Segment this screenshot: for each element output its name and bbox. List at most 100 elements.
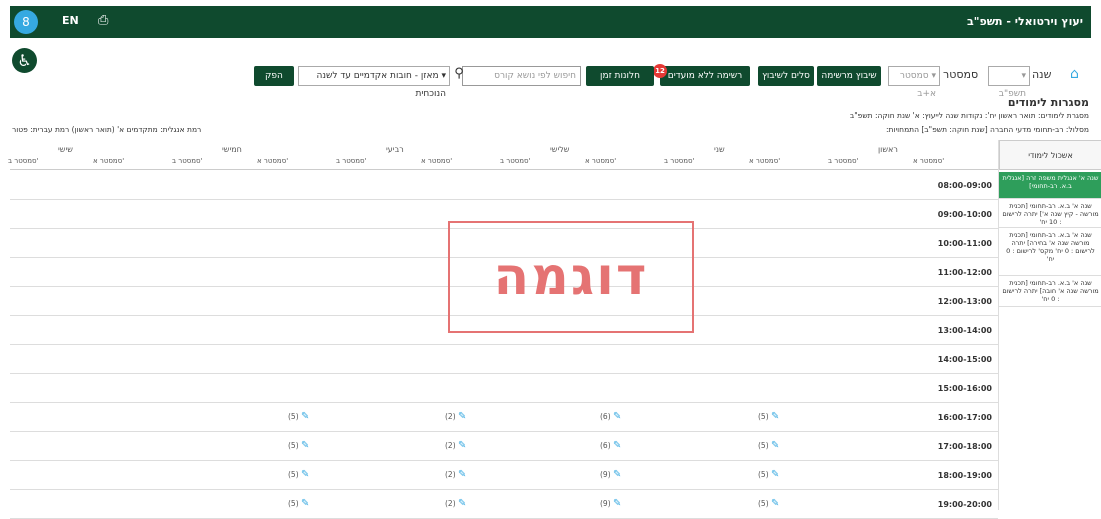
slot-count-label: (5): [758, 441, 772, 450]
slot-count[interactable]: (5) ✎: [288, 498, 309, 509]
slot-count[interactable]: (5) ✎: [758, 411, 779, 422]
print-icon[interactable]: ⎙: [98, 13, 108, 28]
study-cluster-card[interactable]: שנה א' ב.א. רב-תחומי [תכנית מורשה שנה א'…: [999, 277, 1101, 307]
time-label: 09:00-10:00: [937, 210, 992, 219]
app-title: יעוץ וירטואלי - תשפ"ב: [967, 15, 1083, 28]
semester-b-header: סמסטר ב': [8, 157, 39, 165]
slot-count[interactable]: (5) ✎: [758, 469, 779, 480]
day-header: חמישי: [222, 145, 242, 154]
slot-count-label: (5): [758, 412, 772, 421]
language-toggle[interactable]: EN: [62, 14, 79, 27]
slot-count-label: (2): [445, 470, 459, 479]
study-cluster-card[interactable]: שנה א' ב.א. רב-תחומי [תכנית מורשה שנה א'…: [999, 229, 1101, 276]
semester-a-header: סמסטר א': [421, 157, 453, 165]
search-icon[interactable]: ⚲: [452, 66, 466, 86]
slot-count-label: (9): [600, 499, 614, 508]
slot-count[interactable]: (9) ✎: [600, 469, 621, 480]
slot-count[interactable]: (5) ✎: [288, 411, 309, 422]
slot-count-label: (5): [758, 499, 772, 508]
slot-count-label: (5): [288, 499, 302, 508]
top-bar: 8 EN ⎙ יעוץ וירטואלי - תשפ"ב: [10, 6, 1091, 38]
time-label: 18:00-19:00: [937, 471, 992, 480]
study-cluster-card[interactable]: שנה א' ב.א. רב-תחומי [תכנית מורשה - קיץ …: [999, 200, 1101, 228]
time-label: 08:00-09:00: [937, 181, 992, 190]
edit-pencil-icon[interactable]: ✎: [613, 411, 621, 422]
slot-count[interactable]: (2) ✎: [445, 498, 466, 509]
slot-count-label: (5): [288, 441, 302, 450]
slot-count-label: (6): [600, 441, 614, 450]
days-header: ראשון סמסטר א' סמסטר ב' שני סמסטר א' סמסטר ב'…: [8, 140, 998, 170]
edit-pencil-icon[interactable]: ✎: [613, 498, 621, 509]
slot-count[interactable]: (2) ✎: [445, 411, 466, 422]
slot-count-label: (2): [445, 441, 459, 450]
slot-count[interactable]: (5) ✎: [288, 469, 309, 480]
slot-count[interactable]: (5) ✎: [758, 498, 779, 509]
semester-b-header: סמסטר ב': [828, 157, 859, 165]
slot-count[interactable]: (2) ✎: [445, 440, 466, 451]
edit-pencil-icon[interactable]: ✎: [771, 440, 779, 451]
slot-count[interactable]: (6) ✎: [600, 411, 621, 422]
edit-pencil-icon[interactable]: ✎: [458, 498, 466, 509]
time-row: 18:00-19:00 (5) ✎ (9) ✎ (2) ✎ (5) ✎: [10, 461, 998, 490]
time-row: 17:00-18:00 (5) ✎ (6) ✎ (2) ✎ (5) ✎: [10, 432, 998, 461]
year-select[interactable]: ▾ תשפ"ב: [988, 66, 1030, 99]
day-header: שלישי: [550, 145, 570, 154]
notification-badge: 12: [653, 64, 667, 78]
study-cluster-sidebar: אשכול לימודי שנה א' אנגלית משפה זרה [אנג…: [998, 140, 1101, 510]
avatar[interactable]: 8: [14, 10, 38, 34]
time-row: 19:00-20:00 (5) ✎ (9) ✎ (2) ✎ (5) ✎: [10, 490, 998, 519]
slot-count-label: (5): [288, 470, 302, 479]
slot-count[interactable]: (5) ✎: [758, 440, 779, 451]
time-label: 11:00-12:00: [937, 268, 992, 277]
generate-button[interactable]: הפק: [254, 66, 294, 86]
semester-select[interactable]: ▾ סמסטר א+ב: [888, 66, 940, 99]
edit-pencil-icon[interactable]: ✎: [613, 469, 621, 480]
slot-count-label: (2): [445, 412, 459, 421]
time-label: 14:00-15:00: [937, 355, 992, 364]
list-without-dates-button[interactable]: רשימה ללא מועדים: [660, 66, 750, 86]
slot-count[interactable]: (2) ✎: [445, 469, 466, 480]
time-row: 15:00-16:00: [10, 374, 998, 403]
slot-count-label: (6): [600, 412, 614, 421]
semester-a-header: סמסטר א': [585, 157, 617, 165]
home-icon[interactable]: ⌂: [1070, 66, 1079, 82]
time-label: 13:00-14:00: [937, 326, 992, 335]
slot-count[interactable]: (9) ✎: [600, 498, 621, 509]
sample-watermark: דוגמה: [448, 221, 694, 333]
semester-a-header: סמסטר א': [257, 157, 289, 165]
edit-pencil-icon[interactable]: ✎: [613, 440, 621, 451]
slot-count[interactable]: (6) ✎: [600, 440, 621, 451]
edit-pencil-icon[interactable]: ✎: [771, 411, 779, 422]
edit-pencil-icon[interactable]: ✎: [301, 411, 309, 422]
assign-from-list-button[interactable]: שיבוץ מרשימה: [817, 66, 881, 86]
time-row: 16:00-17:00 (5) ✎ (6) ✎ (2) ✎ (5) ✎: [10, 403, 998, 432]
section-info-language: רמת אנגלית: מתקדמים א' (תואר ראשון) רמת …: [12, 125, 202, 134]
edit-pencil-icon[interactable]: ✎: [458, 440, 466, 451]
slot-count[interactable]: (5) ✎: [288, 440, 309, 451]
edit-pencil-icon[interactable]: ✎: [301, 498, 309, 509]
slot-count-label: (9): [600, 470, 614, 479]
semester-label: סמסטר: [943, 68, 979, 81]
edit-pencil-icon[interactable]: ✎: [771, 498, 779, 509]
search-input[interactable]: חיפוש לפי נושא קורס: [462, 66, 581, 86]
filter-select[interactable]: ▾ מאזן - חובות אקדמיים עד לשנה הנוכחית: [298, 66, 450, 99]
accessibility-icon[interactable]: ♿: [12, 48, 37, 73]
semester-b-header: סמסטר ב': [500, 157, 531, 165]
baskets-button[interactable]: סלים לשיבוץ: [758, 66, 814, 86]
time-windows-button[interactable]: חלונות זמן: [586, 66, 654, 86]
section-info-line1: מסגרת לימודים: תואר ראשון יח': נקודות שנ…: [849, 111, 1089, 120]
day-header: רביעי: [386, 145, 404, 154]
edit-pencil-icon[interactable]: ✎: [458, 411, 466, 422]
edit-pencil-icon[interactable]: ✎: [301, 440, 309, 451]
year-label: שנה: [1032, 68, 1052, 81]
study-cluster-card[interactable]: שנה א' אנגלית משפה זרה [אנגלית ב.א. רב-ת…: [999, 172, 1101, 199]
time-label: 17:00-18:00: [937, 442, 992, 451]
slot-count-label: (5): [288, 412, 302, 421]
semester-b-header: סמסטר ב': [336, 157, 367, 165]
time-label: 12:00-13:00: [937, 297, 992, 306]
edit-pencil-icon[interactable]: ✎: [458, 469, 466, 480]
edit-pencil-icon[interactable]: ✎: [771, 469, 779, 480]
edit-pencil-icon[interactable]: ✎: [301, 469, 309, 480]
time-label: 15:00-16:00: [937, 384, 992, 393]
semester-a-header: סמסטר א': [749, 157, 781, 165]
